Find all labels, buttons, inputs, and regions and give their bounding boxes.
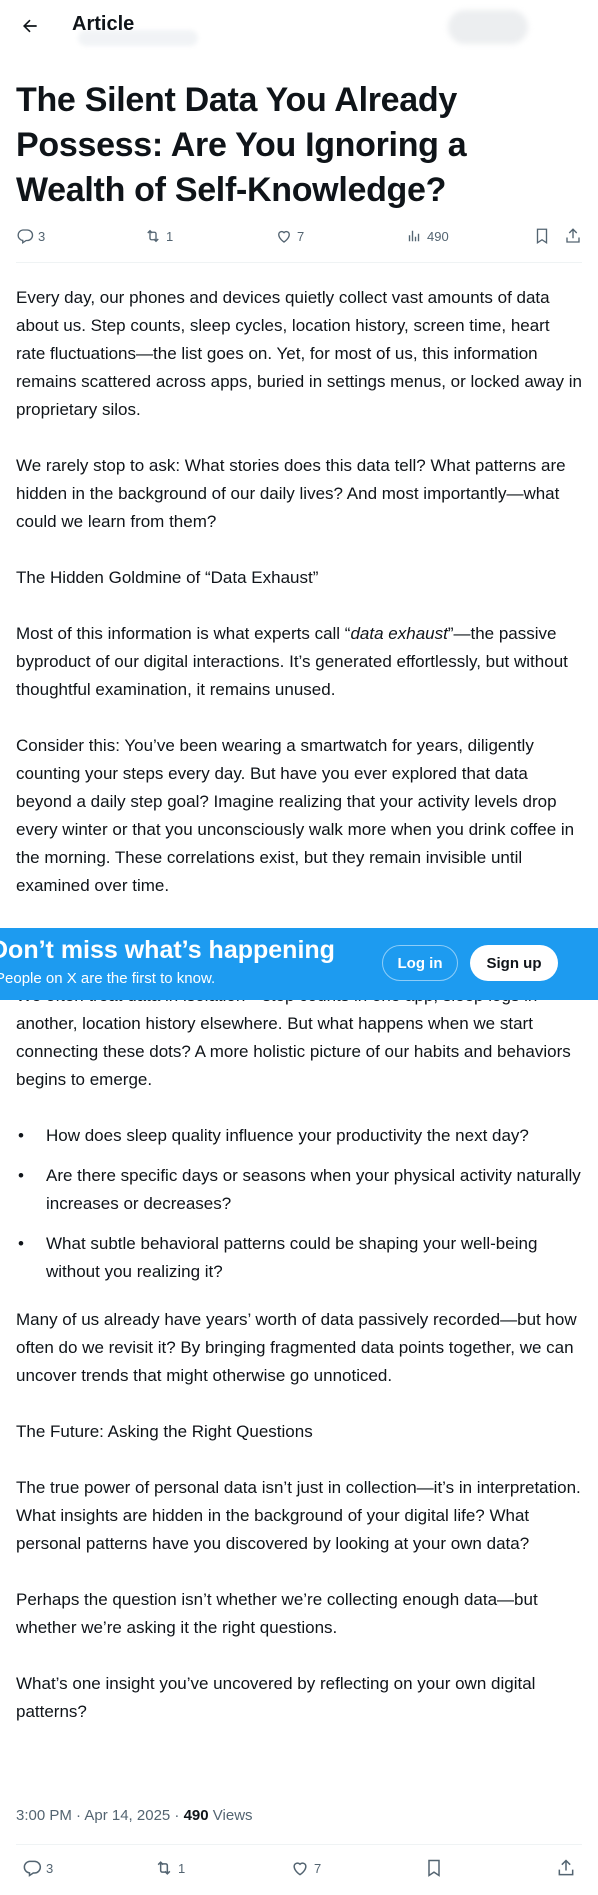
list-item: How does sleep quality influence your pr… [16,1122,582,1150]
repost-button[interactable]: 1 [154,1858,185,1878]
post-timestamp: 3:00 PM · Apr 14, 2025 · [16,1807,184,1824]
paragraph: What’s one insight you’ve uncovered by r… [16,1674,536,1721]
like-count: 7 [297,228,305,244]
meta-views-count: 490 [183,1807,209,1824]
article-body-bottom: We often treat data in isolation—step co… [16,982,582,1754]
heart-icon [293,1862,307,1876]
article-action-bar: 3 1 7 490 [16,225,582,253]
paragraph: Consider this: You’ve been wearing a sma… [16,736,575,895]
paragraph-data-exhaust: Most of this information is what experts… [16,620,582,704]
paragraph: Many of us already have years’ worth of … [16,1310,577,1385]
reply-count: 3 [46,1860,54,1876]
divider [16,1844,582,1845]
repost-button[interactable]: 1 [144,227,173,245]
arrow-left-icon [23,19,37,33]
share-icon [566,228,580,243]
paragraph: Every day, our phones and devices quietl… [16,288,582,419]
views-count: 490 [427,228,449,244]
header-title: Article [72,13,135,35]
paragraph: The true power of personal data isn’t ju… [16,1478,581,1553]
meta-views-label: Views [208,1807,253,1824]
repost-count: 1 [178,1860,186,1876]
like-count: 7 [314,1860,322,1876]
article-body-top: Every day, our phones and devices quietl… [16,284,582,928]
views-button[interactable]: 490 [405,227,449,245]
bottom-action-bar: 3 1 7 [16,1856,582,1884]
repost-icon [157,1861,171,1875]
list-item: Are there specific days or seasons when … [16,1162,582,1218]
reply-button[interactable]: 3 [16,227,45,245]
exhaust-before: Most of this information is what experts… [16,624,351,643]
blurred-action-pill [448,10,528,44]
share-icon [558,1859,574,1876]
post-meta: 3:00 PM · Apr 14, 2025 · 490 Views [16,1807,253,1824]
login-button[interactable]: Log in [382,945,458,981]
paragraph: Perhaps the question isn’t whether we’re… [16,1590,538,1637]
reply-icon [17,229,34,245]
signup-button[interactable]: Sign up [470,945,558,981]
bookmark-button[interactable] [533,227,555,245]
banner-subtext: People on X are the first to know. [0,970,216,987]
divider [16,262,582,263]
repost-count: 1 [166,228,174,244]
heart-icon [278,230,290,243]
section-heading: The Future: Asking the Right Questions [16,1422,313,1441]
paragraph: We rarely stop to ask: What stories does… [16,456,566,531]
bullet-list: How does sleep quality influence your pr… [16,1122,582,1286]
section-heading: The Hidden Goldmine of “Data Exhaust” [16,568,319,587]
reply-count: 3 [38,228,46,244]
top-bar: Article [0,0,598,52]
article-title: The Silent Data You Already Possess: Are… [16,81,467,209]
reply-button[interactable]: 3 [22,1858,53,1878]
bookmark-icon [536,228,548,245]
share-button[interactable] [564,227,586,245]
analytics-icon [408,230,420,242]
repost-icon [147,229,159,243]
bookmark-button[interactable] [424,1858,448,1878]
like-button[interactable]: 7 [275,227,304,245]
exhaust-italic: data exhaust [350,624,448,643]
bookmark-icon [428,1859,440,1877]
list-item: What subtle behavioral patterns could be… [16,1230,582,1286]
like-button[interactable]: 7 [290,1858,321,1878]
signup-banner: Don’t miss what’s happening People on X … [0,928,598,1000]
reply-icon [23,1860,42,1877]
share-button[interactable] [556,1858,580,1878]
banner-headline: Don’t miss what’s happening [0,936,335,964]
back-button[interactable] [12,8,48,44]
